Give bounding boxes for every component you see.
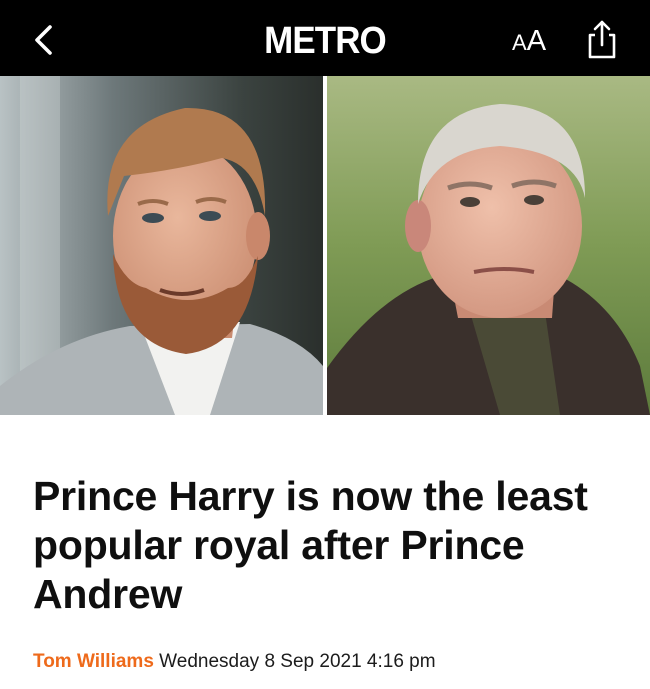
author-link[interactable]: Tom Williams bbox=[33, 651, 154, 672]
publish-date: Wednesday 8 Sep 2021 4:16 pm bbox=[159, 651, 436, 672]
share-button[interactable] bbox=[585, 18, 619, 60]
text-size-button[interactable]: AA bbox=[512, 26, 546, 61]
photo-left bbox=[0, 76, 323, 415]
hero-image bbox=[0, 76, 650, 415]
share-icon bbox=[588, 20, 616, 59]
article-headline: Prince Harry is now the least popular ro… bbox=[33, 473, 588, 617]
top-bar: METRO AA bbox=[0, 0, 650, 76]
text-size-large-a: A bbox=[526, 25, 547, 57]
photo-right bbox=[327, 76, 650, 415]
article-byline: Tom Williams Wednesday 8 Sep 2021 4:16 p… bbox=[33, 650, 436, 674]
text-size-small-a: A bbox=[512, 30, 527, 55]
